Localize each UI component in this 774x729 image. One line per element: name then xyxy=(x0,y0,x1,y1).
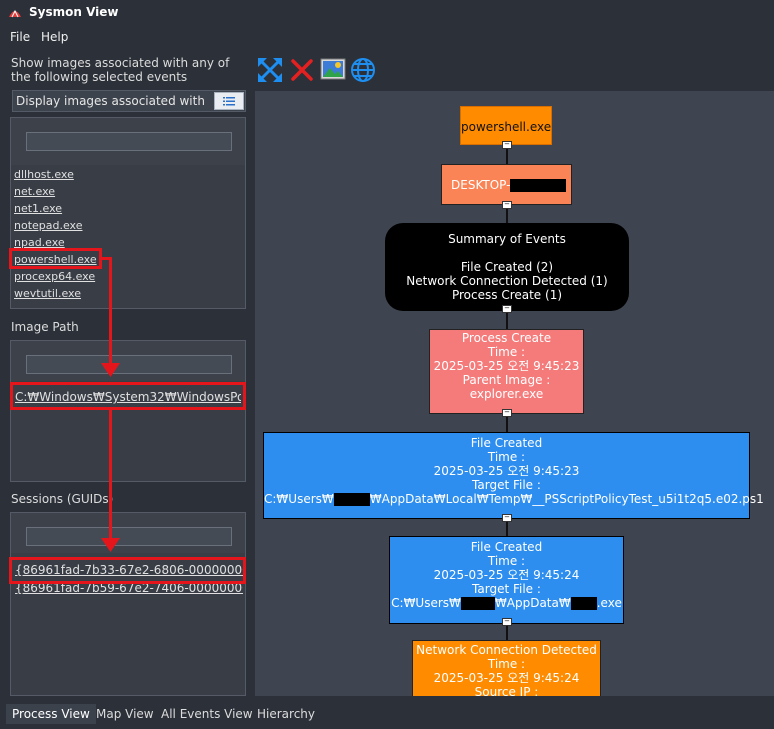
event-field-label: Target File : xyxy=(472,478,541,492)
images-list: dllhost.exe net.exe net1.exe notepad.exe… xyxy=(11,165,245,308)
highlight-box-image-path xyxy=(10,382,246,410)
highlight-box-session xyxy=(9,557,246,584)
event-field-value: C:₩Users₩ xyxy=(391,596,461,610)
combo-label: Display images associated with xyxy=(16,94,205,108)
list-icon xyxy=(223,97,235,106)
summary-line: Process Create (1) xyxy=(451,288,563,302)
event-field-label: Time : xyxy=(487,450,526,464)
annotation-arrow-line xyxy=(109,410,112,540)
list-item[interactable]: net1.exe xyxy=(14,202,62,215)
tab-process-view[interactable]: Process View xyxy=(6,704,96,724)
event-title: File Created xyxy=(470,436,543,450)
menu-help[interactable]: Help xyxy=(41,30,68,44)
event-field-label: Time : xyxy=(487,345,526,359)
event-field-label: Target File : xyxy=(472,582,541,596)
process-create-node[interactable]: Process Create Time : 2025-03-25 오전 9:45… xyxy=(429,329,584,414)
menu-file[interactable]: File xyxy=(10,30,30,44)
list-item[interactable]: procexp64.exe xyxy=(14,270,95,283)
process-graph-canvas[interactable]: powershell.exe − DESKTOP- − Summary of E… xyxy=(255,91,774,696)
app-logo-icon xyxy=(9,9,21,18)
annotation-arrow-line xyxy=(109,257,112,365)
event-field-value: ₩AppData₩Local₩Temp₩__PSScriptPolicyTest… xyxy=(369,492,764,506)
network-connection-node[interactable]: Network Connection Detected Time : 2025-… xyxy=(412,640,601,696)
title-bar: Sysmon View xyxy=(0,0,774,26)
tab-map-view[interactable]: Map View xyxy=(90,704,160,724)
image-path-label: Image Path xyxy=(11,320,79,334)
event-title: File Created xyxy=(470,540,543,554)
tab-all-events-view[interactable]: All Events View xyxy=(155,704,259,724)
summary-title: Summary of Events xyxy=(448,232,566,246)
event-title: Process Create xyxy=(461,331,552,345)
file-created-node[interactable]: File Created Time : 2025-03-25 오전 9:45:2… xyxy=(263,432,764,519)
redaction-block xyxy=(333,493,370,506)
process-node-label: powershell.exe xyxy=(461,120,552,134)
redaction-block xyxy=(510,179,567,192)
close-icon[interactable] xyxy=(290,58,314,82)
event-field-label: Parent Image : xyxy=(462,373,551,387)
image-icon[interactable] xyxy=(320,57,346,81)
sessions-label: Sessions (GUIDs) xyxy=(11,492,114,506)
event-time: 2025-03-25 오전 9:45:23 xyxy=(433,359,580,373)
event-field-value: explorer.exe xyxy=(469,387,544,401)
list-options-button[interactable] xyxy=(214,92,244,110)
redaction-block xyxy=(460,597,495,610)
redaction-block xyxy=(570,597,597,610)
collapse-handle[interactable]: − xyxy=(502,305,512,313)
event-time: 2025-03-25 오전 9:45:24 xyxy=(433,568,580,582)
collapse-handle[interactable]: − xyxy=(502,141,512,149)
sessions-panel: {86961fad-7b33-67e2-6806-0000000043 {869… xyxy=(10,512,246,696)
arrow-head-icon xyxy=(101,538,120,552)
event-time: 2025-03-25 오전 9:45:23 xyxy=(433,464,580,478)
list-item[interactable]: dllhost.exe xyxy=(14,168,74,181)
event-time: 2025-03-25 오전 9:45:24 xyxy=(433,671,580,685)
event-field-label: Time : xyxy=(487,554,526,568)
event-field-value: ₩AppData₩ xyxy=(494,596,571,610)
arrow-head-icon xyxy=(101,363,120,377)
summary-line: File Created (2) xyxy=(460,260,554,274)
event-field-value: C:₩Users₩ xyxy=(264,492,334,506)
image-path-panel: C:₩Windows₩System32₩WindowsPowe xyxy=(10,340,246,482)
globe-icon[interactable] xyxy=(350,57,376,83)
list-item[interactable]: net.exe xyxy=(14,185,55,198)
summary-node[interactable]: Summary of Events File Created (2) Netwo… xyxy=(385,223,629,311)
tab-hierarchy[interactable]: Hierarchy xyxy=(251,704,321,724)
collapse-handle[interactable]: − xyxy=(502,618,512,626)
images-filter-input[interactable] xyxy=(26,132,232,151)
image-path-filter-input[interactable] xyxy=(26,355,232,374)
event-field-label: Source IP : xyxy=(474,685,539,696)
view-tabs: Process View Map View All Events View Hi… xyxy=(0,701,774,729)
images-panel: dllhost.exe net.exe net1.exe notepad.exe… xyxy=(10,117,246,309)
list-item[interactable]: wevtutil.exe xyxy=(14,287,81,300)
display-images-combo[interactable]: Display images associated with xyxy=(12,90,246,112)
menu-bar: File Help xyxy=(0,27,774,49)
host-node[interactable]: DESKTOP- xyxy=(441,164,572,205)
collapse-handle[interactable]: − xyxy=(502,514,512,522)
sessions-filter-input[interactable] xyxy=(26,527,232,546)
event-field-label: Time : xyxy=(487,657,526,671)
file-created-node[interactable]: File Created Time : 2025-03-25 오전 9:45:2… xyxy=(389,536,624,624)
list-item[interactable]: notepad.exe xyxy=(14,219,83,232)
summary-line: Network Connection Detected (1) xyxy=(406,274,608,288)
collapse-handle[interactable]: − xyxy=(502,409,512,417)
event-field-value: .exe xyxy=(596,596,622,610)
instruction-text: Show images associated with any of the f… xyxy=(11,56,230,84)
collapse-handle[interactable]: − xyxy=(502,201,512,209)
window-title: Sysmon View xyxy=(29,5,119,19)
host-node-label: DESKTOP- xyxy=(451,178,511,192)
highlight-box-powershell xyxy=(9,248,102,269)
expand-icon[interactable] xyxy=(257,57,283,83)
event-title: Network Connection Detected xyxy=(416,643,597,657)
